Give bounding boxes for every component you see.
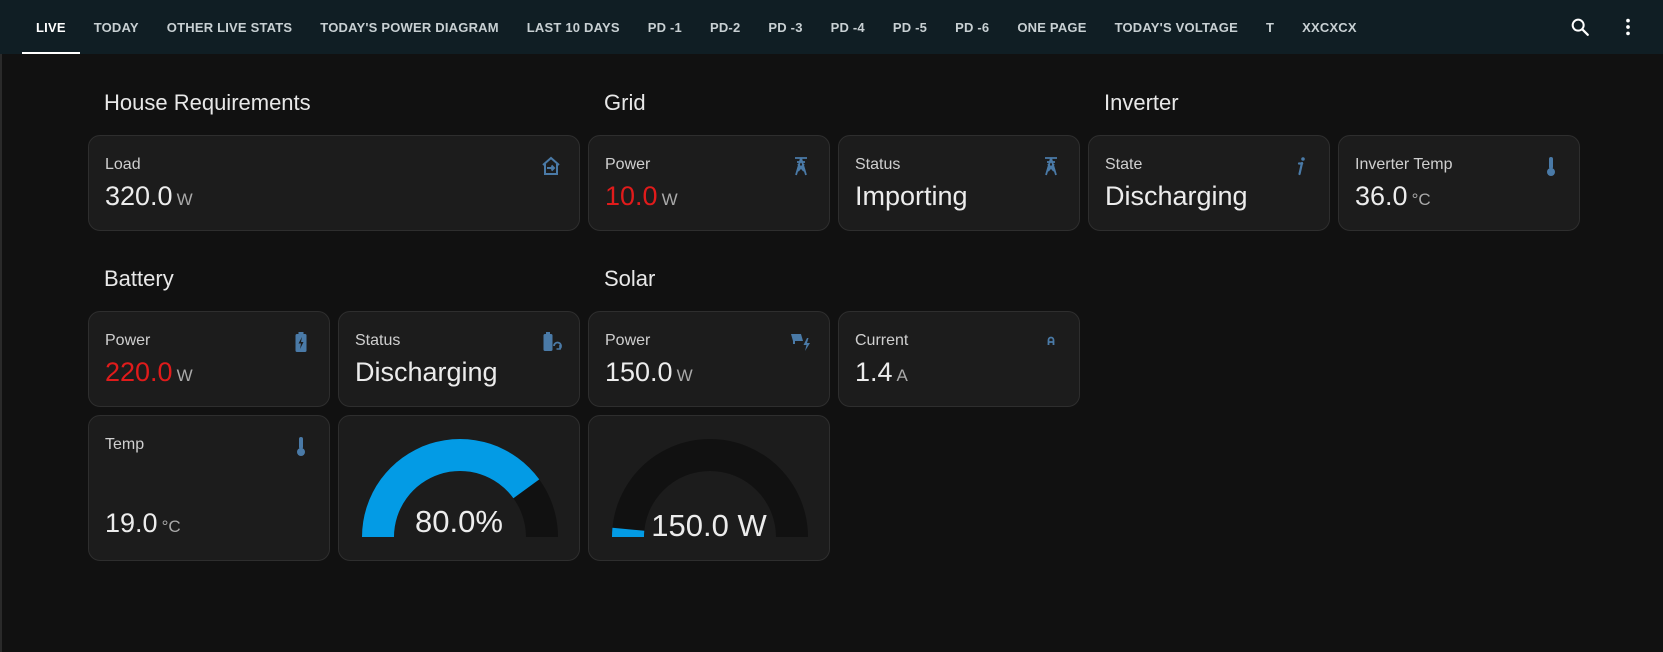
transmission-tower-icon xyxy=(1039,154,1063,178)
more-vert-icon[interactable] xyxy=(1615,14,1641,40)
section-title-solar: Solar xyxy=(604,266,656,291)
card-grid-power[interactable]: Power 10.0 W xyxy=(588,135,830,231)
card-value: 320.0 W xyxy=(105,181,193,211)
card-value: Discharging xyxy=(1105,181,1248,211)
card-solar-gauge[interactable]: 150.0 W xyxy=(588,415,830,561)
tab-todays-power-diagram[interactable]: TODAY'S POWER DIAGRAM xyxy=(306,0,512,54)
card-label: Inverter Temp xyxy=(1355,156,1453,173)
tab-pd-1[interactable]: PD -1 xyxy=(634,0,696,54)
home-export-icon xyxy=(539,154,563,178)
solar-power-icon xyxy=(789,330,813,354)
card-value: Discharging xyxy=(355,357,498,387)
card-solar-current[interactable]: Current 1.4 A xyxy=(838,311,1080,407)
card-solar-power[interactable]: Power 150.0 W xyxy=(588,311,830,407)
gauge-value: 80.0% xyxy=(415,504,503,539)
card-label: Current xyxy=(855,332,909,349)
tab-live[interactable]: LIVE xyxy=(22,0,80,54)
tab-pd-3[interactable]: PD -3 xyxy=(754,0,816,54)
card-label: Status xyxy=(355,332,401,349)
tab-pd-6[interactable]: PD -6 xyxy=(941,0,1003,54)
card-value: 10.0 W xyxy=(605,181,678,211)
section-title-inverter: Inverter xyxy=(1104,90,1179,115)
battery-soc-gauge xyxy=(362,439,558,537)
card-label: Power xyxy=(605,332,651,349)
section-title-battery: Battery xyxy=(104,266,174,291)
tab-todays-voltage[interactable]: TODAY'S VOLTAGE xyxy=(1101,0,1252,54)
card-label: Power xyxy=(105,332,151,349)
view-tabs: LIVE TODAY OTHER LIVE STATS TODAY'S POWE… xyxy=(22,0,1371,54)
section-title-grid: Grid xyxy=(604,90,646,115)
current-a-icon xyxy=(1039,330,1063,354)
top-app-bar: LIVE TODAY OTHER LIVE STATS TODAY'S POWE… xyxy=(0,0,1663,54)
tab-last-10-days[interactable]: LAST 10 DAYS xyxy=(513,0,634,54)
card-battery-soc-gauge[interactable]: 80.0% xyxy=(338,415,580,561)
tab-one-page[interactable]: ONE PAGE xyxy=(1003,0,1100,54)
card-label: State xyxy=(1105,156,1143,173)
card-load[interactable]: Load 320.0 W xyxy=(88,135,580,231)
card-value: 1.4 A xyxy=(855,357,908,387)
thermometer-icon xyxy=(1539,154,1563,178)
card-label: Load xyxy=(105,156,141,173)
card-value: 36.0 °C xyxy=(1355,181,1431,211)
card-battery-status[interactable]: Status Discharging xyxy=(338,311,580,407)
search-icon[interactable] xyxy=(1567,14,1593,40)
info-icon xyxy=(1289,154,1313,178)
toolbar-actions xyxy=(1567,0,1641,54)
tab-xxcxcx[interactable]: XXCXCX xyxy=(1288,0,1371,54)
card-inverter-temp[interactable]: Inverter Temp 36.0 °C xyxy=(1338,135,1580,231)
battery-sync-icon xyxy=(539,330,563,354)
thermometer-icon xyxy=(289,434,313,458)
card-value: 19.0 °C xyxy=(105,508,181,538)
card-label: Temp xyxy=(105,436,145,453)
section-title-house: House Requirements xyxy=(104,90,311,115)
card-label: Power xyxy=(605,156,651,173)
card-battery-temp[interactable]: Temp 19.0 °C xyxy=(88,415,330,561)
card-value: 150.0 W xyxy=(605,357,693,387)
tab-pd-5[interactable]: PD -5 xyxy=(879,0,941,54)
transmission-tower-icon xyxy=(789,154,813,178)
card-inverter-state[interactable]: State Discharging xyxy=(1088,135,1330,231)
battery-charging-icon xyxy=(289,330,313,354)
tab-pd-2[interactable]: PD-2 xyxy=(696,0,754,54)
gauge-value: 150.0 W xyxy=(651,508,767,543)
card-value: Importing xyxy=(855,181,968,211)
card-value: 220.0 W xyxy=(105,357,193,387)
tab-other-live-stats[interactable]: OTHER LIVE STATS xyxy=(153,0,307,54)
card-grid-status[interactable]: Status Importing xyxy=(838,135,1080,231)
tab-today[interactable]: TODAY xyxy=(80,0,153,54)
window-edge xyxy=(0,0,2,652)
card-battery-power[interactable]: Power 220.0 W xyxy=(88,311,330,407)
tab-t[interactable]: T xyxy=(1252,0,1288,54)
tab-pd-4[interactable]: PD -4 xyxy=(817,0,879,54)
card-label: Status xyxy=(855,156,901,173)
